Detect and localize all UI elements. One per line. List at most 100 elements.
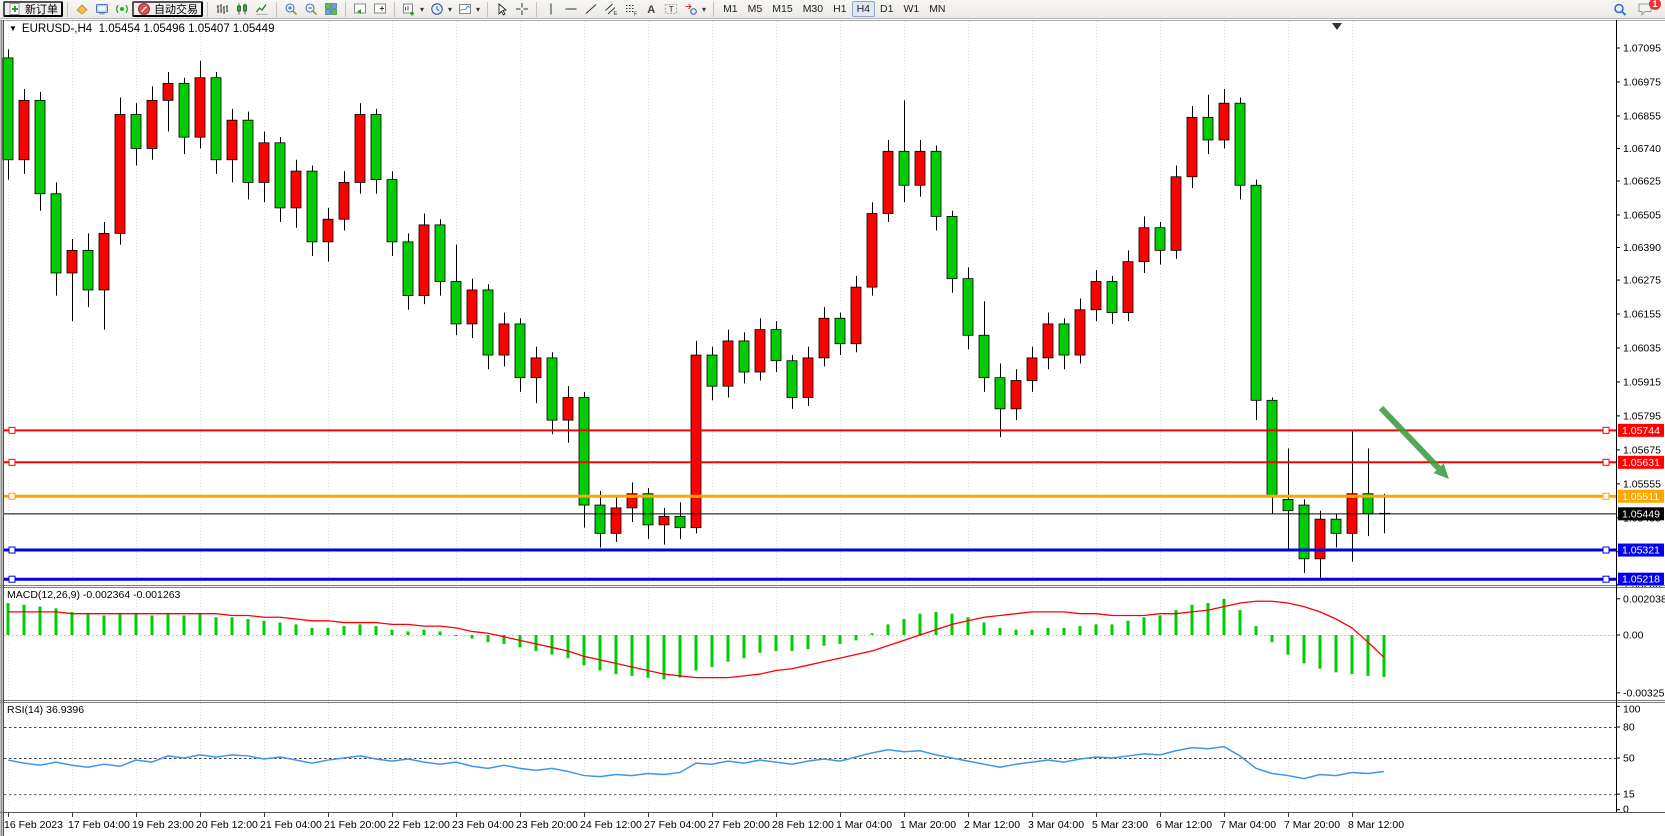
svg-text:15: 15	[1623, 789, 1635, 801]
candles	[3, 49, 1390, 578]
timeframe-H4[interactable]: H4	[852, 1, 875, 17]
separator	[536, 2, 537, 17]
svg-text:-0.003256: -0.003256	[1623, 687, 1665, 699]
date-label: 28 Feb 12:00	[772, 819, 834, 831]
svg-text:1.06855: 1.06855	[1623, 110, 1661, 122]
candle-chart-icon[interactable]	[232, 0, 252, 18]
equidistant-channel-icon[interactable]: E	[601, 0, 621, 18]
fibonacci-icon[interactable]: F	[621, 0, 641, 18]
auto-trading-icon	[137, 2, 151, 16]
separator	[207, 2, 208, 17]
new-order-label: 新订单	[25, 1, 58, 17]
text-icon[interactable]: A	[641, 0, 661, 18]
chevron-down-icon: ▾	[448, 5, 452, 14]
templates-icon[interactable]: ▾	[455, 0, 483, 18]
line-chart-icon[interactable]	[252, 0, 272, 18]
svg-text:80: 80	[1623, 722, 1635, 734]
chart-canvas[interactable]: 1.070951.069751.068551.067401.066251.065…	[0, 20, 1665, 836]
date-label: 3 Mar 04:00	[1028, 819, 1084, 831]
timeframe-MN[interactable]: MN	[924, 1, 950, 17]
chevron-down-icon: ▾	[476, 5, 480, 14]
level-line-1.05511[interactable]	[4, 493, 1616, 499]
date-label: 7 Mar 04:00	[1220, 819, 1276, 831]
level-line-1.05321[interactable]	[4, 547, 1616, 553]
annotation-arrow[interactable]	[1381, 408, 1449, 479]
svg-text:E: E	[614, 11, 618, 16]
timeframe-M30[interactable]: M30	[798, 1, 828, 17]
auto-scroll-icon[interactable]	[350, 0, 370, 18]
date-label: 23 Feb 20:00	[516, 819, 578, 831]
bar-chart-icon[interactable]	[212, 0, 232, 18]
price-badge-1.05631: 1.05631	[1618, 456, 1664, 469]
separator	[345, 2, 346, 17]
svg-text:T: T	[669, 5, 674, 14]
level-line-1.05631[interactable]	[4, 459, 1616, 465]
date-label: 20 Feb 12:00	[196, 819, 258, 831]
chevron-down-icon: ▾	[420, 5, 424, 14]
svg-text:50: 50	[1623, 753, 1635, 765]
date-label: 16 Feb 2023	[4, 819, 63, 831]
timeframe-H1[interactable]: H1	[828, 1, 851, 17]
svg-text:1.06975: 1.06975	[1623, 76, 1661, 88]
svg-text:1.05744: 1.05744	[1622, 425, 1660, 437]
date-label: 21 Feb 20:00	[324, 819, 386, 831]
rsi-axis: 1008050150	[1616, 704, 1641, 816]
text-label-icon[interactable]: T	[661, 0, 681, 18]
timeframe-M15[interactable]: M15	[767, 1, 797, 17]
price-badge-1.05511: 1.05511	[1618, 490, 1664, 503]
date-label: 5 Mar 23:00	[1092, 819, 1148, 831]
separator	[487, 2, 488, 17]
separator	[276, 2, 277, 17]
price-badge-1.05218: 1.05218	[1618, 573, 1664, 586]
svg-text:1.05631: 1.05631	[1622, 457, 1660, 469]
date-label: 7 Mar 20:00	[1284, 819, 1340, 831]
zoom-out-icon[interactable]	[301, 0, 321, 18]
date-label: 6 Mar 12:00	[1156, 819, 1212, 831]
chart-shift-marker[interactable]	[1332, 23, 1342, 30]
svg-text:1.06155: 1.06155	[1623, 309, 1661, 321]
grid-lines	[9, 21, 1353, 812]
date-label: 27 Feb 04:00	[644, 819, 706, 831]
timeframe-M1[interactable]: M1	[718, 1, 743, 17]
level-line-1.05744[interactable]	[4, 427, 1616, 433]
svg-text:0.00: 0.00	[1623, 630, 1644, 642]
terminal-icon[interactable]	[92, 0, 112, 18]
date-axis[interactable]: 16 Feb 2023 17 Feb 04:0019 Feb 23:0020 Fe…	[4, 813, 1404, 831]
date-label: 2 Mar 12:00	[964, 819, 1020, 831]
svg-text:1.05218: 1.05218	[1622, 574, 1660, 586]
level-line-1.05218[interactable]	[4, 576, 1616, 582]
zoom-in-icon[interactable]	[281, 0, 301, 18]
trendline-icon[interactable]	[581, 0, 601, 18]
svg-text:F: F	[634, 12, 638, 17]
horizontal-line-icon[interactable]	[561, 0, 581, 18]
timeframe-D1[interactable]: D1	[875, 1, 898, 17]
timeframe-M5[interactable]: M5	[743, 1, 768, 17]
date-label: 17 Feb 04:00	[68, 819, 130, 831]
svg-text:1.06740: 1.06740	[1623, 143, 1661, 155]
svg-text:1.05795: 1.05795	[1623, 410, 1661, 422]
separator	[394, 2, 395, 17]
svg-text:1.06625: 1.06625	[1623, 176, 1661, 188]
periods-icon[interactable]: ▾	[427, 0, 455, 18]
price-badge-1.05321: 1.05321	[1618, 544, 1664, 557]
toolbar-right: 1	[1613, 2, 1662, 16]
svg-text:1.06035: 1.06035	[1623, 342, 1661, 354]
vertical-line-icon[interactable]	[541, 0, 561, 18]
search-icon[interactable]	[1613, 2, 1627, 16]
auto-trading-button[interactable]: 自动交易	[132, 1, 203, 17]
arrows-shapes-icon[interactable]: ▾	[681, 0, 709, 18]
crosshair-icon[interactable]	[512, 0, 532, 18]
chevron-down-icon: ▾	[702, 5, 706, 14]
notifications-button[interactable]: 1	[1637, 2, 1654, 16]
signals-icon[interactable]	[112, 0, 132, 18]
charts-profile-icon[interactable]	[72, 0, 92, 18]
tile-windows-icon[interactable]	[321, 0, 341, 18]
cursor-icon[interactable]	[492, 0, 512, 18]
date-label: 19 Feb 23:00	[132, 819, 194, 831]
timeframe-W1[interactable]: W1	[898, 1, 924, 17]
chart-shift-icon[interactable]	[370, 0, 390, 18]
new-order-button[interactable]: 新订单	[3, 1, 63, 17]
svg-text:0: 0	[1623, 804, 1629, 816]
mt4-terminal: { "toolbar": { "new_order_label": "新订单",…	[0, 0, 1665, 836]
new-chart-icon[interactable]: ▾	[399, 0, 427, 18]
